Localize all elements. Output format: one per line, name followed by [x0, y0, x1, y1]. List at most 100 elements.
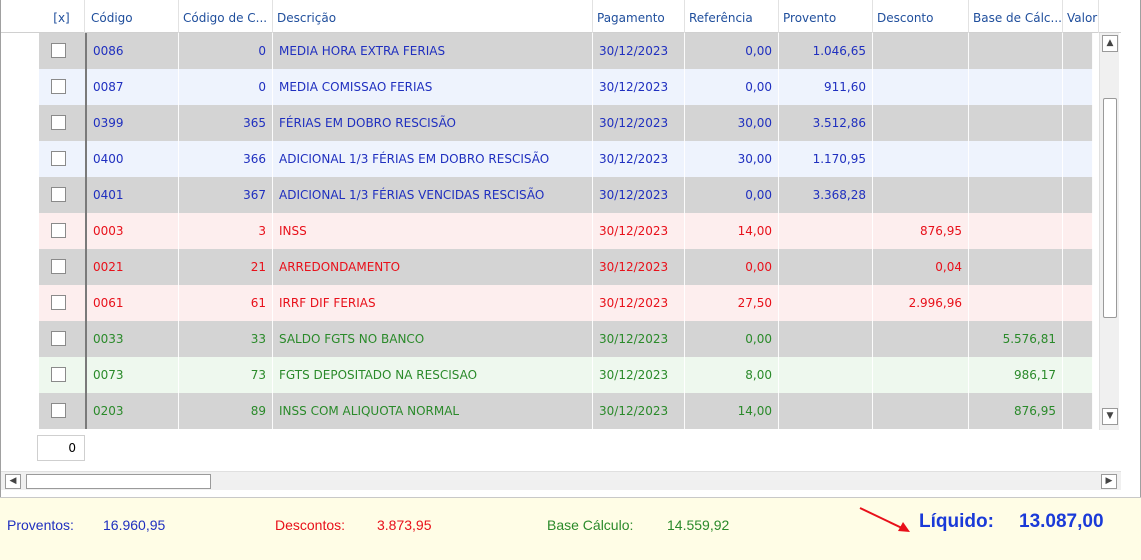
- cell-valorfor[interactable]: [1063, 285, 1093, 321]
- cell-codigo[interactable]: 0399: [87, 105, 179, 141]
- col-header-referencia[interactable]: Referência: [685, 0, 779, 33]
- row-indicator[interactable]: [1, 177, 39, 213]
- cell-codc[interactable]: 73: [179, 357, 273, 393]
- cell-desconto[interactable]: 2.996,96: [873, 285, 969, 321]
- cell-pagamento[interactable]: 30/12/2023: [593, 213, 685, 249]
- cell-codigo[interactable]: 0021: [87, 249, 179, 285]
- col-header-codigo[interactable]: Código: [87, 0, 179, 33]
- cell-codigo[interactable]: 0401: [87, 177, 179, 213]
- cell-descricao[interactable]: INSS: [273, 213, 593, 249]
- scroll-down-icon[interactable]: ▼: [1102, 408, 1118, 425]
- row-indicator[interactable]: [1, 393, 39, 429]
- cell-base[interactable]: [969, 69, 1063, 105]
- cell-referencia[interactable]: 30,00: [685, 105, 779, 141]
- cell-pagamento[interactable]: 30/12/2023: [593, 249, 685, 285]
- cell-valorfor[interactable]: [1063, 249, 1093, 285]
- cell-descricao[interactable]: FÉRIAS EM DOBRO RESCISÃO: [273, 105, 593, 141]
- table-row[interactable]: 0073 73 FGTS DEPOSITADO NA RESCISAO 30/12/2…: [1, 357, 1093, 393]
- table-row[interactable]: 0401 367 ADICIONAL 1/3 FÉRIAS VENCIDAS RES…: [1, 177, 1093, 213]
- row-checkbox[interactable]: [51, 115, 66, 130]
- cell-valorfor[interactable]: [1063, 177, 1093, 213]
- col-header-provento[interactable]: Provento: [779, 0, 873, 33]
- cell-desconto[interactable]: [873, 393, 969, 429]
- table-row[interactable]: 0203 89 INSS COM ALIQUOTA NORMAL 30/12/2023…: [1, 393, 1093, 429]
- cell-provento[interactable]: 911,60: [779, 69, 873, 105]
- cell-codigo[interactable]: 0003: [87, 213, 179, 249]
- cell-codc[interactable]: 365: [179, 105, 273, 141]
- cell-codigo[interactable]: 0203: [87, 393, 179, 429]
- row-checkbox[interactable]: [51, 223, 66, 238]
- cell-base[interactable]: [969, 177, 1063, 213]
- cell-provento[interactable]: 3.368,28: [779, 177, 873, 213]
- cell-provento[interactable]: [779, 285, 873, 321]
- cell-base[interactable]: 986,17: [969, 357, 1063, 393]
- cell-descricao[interactable]: FGTS DEPOSITADO NA RESCISAO: [273, 357, 593, 393]
- row-checkbox[interactable]: [51, 331, 66, 346]
- col-header-pagamento[interactable]: Pagamento: [593, 0, 685, 33]
- cell-referencia[interactable]: 8,00: [685, 357, 779, 393]
- vertical-scroll-thumb[interactable]: [1103, 98, 1117, 318]
- scroll-left-icon[interactable]: ◀: [5, 474, 21, 489]
- vertical-scrollbar[interactable]: ▲ ▼: [1099, 33, 1119, 430]
- cell-base[interactable]: [969, 285, 1063, 321]
- cell-pagamento[interactable]: 30/12/2023: [593, 285, 685, 321]
- cell-referencia[interactable]: 27,50: [685, 285, 779, 321]
- cell-valorfor[interactable]: [1063, 33, 1093, 69]
- cell-codc[interactable]: 366: [179, 141, 273, 177]
- col-header-base-calculo[interactable]: Base de Cálc...: [969, 0, 1063, 33]
- cell-provento[interactable]: 1.170,95: [779, 141, 873, 177]
- scroll-up-icon[interactable]: ▲: [1102, 35, 1118, 52]
- cell-base[interactable]: [969, 33, 1063, 69]
- cell-provento[interactable]: [779, 249, 873, 285]
- cell-valorfor[interactable]: [1063, 105, 1093, 141]
- row-checkbox[interactable]: [51, 187, 66, 202]
- cell-codigo[interactable]: 0033: [87, 321, 179, 357]
- cell-codc[interactable]: 89: [179, 393, 273, 429]
- cell-pagamento[interactable]: 30/12/2023: [593, 69, 685, 105]
- row-checkbox[interactable]: [51, 151, 66, 166]
- table-row[interactable]: 0087 0 MEDIA COMISSAO FERIAS 30/12/2023 0,00…: [1, 69, 1093, 105]
- cell-codc[interactable]: 0: [179, 33, 273, 69]
- cell-pagamento[interactable]: 30/12/2023: [593, 357, 685, 393]
- cell-codc[interactable]: 0: [179, 69, 273, 105]
- cell-descricao[interactable]: MEDIA HORA EXTRA FERIAS: [273, 33, 593, 69]
- cell-pagamento[interactable]: 30/12/2023: [593, 141, 685, 177]
- cell-provento[interactable]: [779, 213, 873, 249]
- cell-desconto[interactable]: [873, 105, 969, 141]
- row-indicator[interactable]: [1, 357, 39, 393]
- col-header-codigo-c[interactable]: Código de C...: [179, 0, 273, 33]
- cell-pagamento[interactable]: 30/12/2023: [593, 177, 685, 213]
- horizontal-scrollbar[interactable]: ◀ ▶: [1, 471, 1121, 490]
- cell-base[interactable]: [969, 141, 1063, 177]
- cell-provento[interactable]: [779, 321, 873, 357]
- row-indicator[interactable]: [1, 213, 39, 249]
- cell-codc[interactable]: 367: [179, 177, 273, 213]
- cell-codc[interactable]: 3: [179, 213, 273, 249]
- cell-base[interactable]: [969, 249, 1063, 285]
- table-row[interactable]: 0061 61 IRRF DIF FERIAS 30/12/2023 27,50 2.99…: [1, 285, 1093, 321]
- row-checkbox[interactable]: [51, 43, 66, 58]
- row-checkbox[interactable]: [51, 259, 66, 274]
- cell-desconto[interactable]: [873, 33, 969, 69]
- row-indicator[interactable]: [1, 33, 39, 69]
- cell-referencia[interactable]: 0,00: [685, 33, 779, 69]
- cell-codc[interactable]: 61: [179, 285, 273, 321]
- cell-pagamento[interactable]: 30/12/2023: [593, 393, 685, 429]
- cell-pagamento[interactable]: 30/12/2023: [593, 105, 685, 141]
- cell-pagamento[interactable]: 30/12/2023: [593, 321, 685, 357]
- col-header-descricao[interactable]: Descrição: [273, 0, 593, 33]
- horizontal-scroll-thumb[interactable]: [26, 474, 211, 489]
- cell-desconto[interactable]: [873, 141, 969, 177]
- cell-base[interactable]: 5.576,81: [969, 321, 1063, 357]
- cell-descricao[interactable]: ADICIONAL 1/3 FÉRIAS EM DOBRO RESCISÃO: [273, 141, 593, 177]
- cell-referencia[interactable]: 14,00: [685, 213, 779, 249]
- cell-codc[interactable]: 33: [179, 321, 273, 357]
- cell-desconto[interactable]: [873, 357, 969, 393]
- row-indicator[interactable]: [1, 141, 39, 177]
- cell-desconto[interactable]: [873, 69, 969, 105]
- cell-provento[interactable]: [779, 357, 873, 393]
- row-checkbox[interactable]: [51, 403, 66, 418]
- cell-referencia[interactable]: 0,00: [685, 69, 779, 105]
- cell-descricao[interactable]: SALDO FGTS NO BANCO: [273, 321, 593, 357]
- cell-descricao[interactable]: MEDIA COMISSAO FERIAS: [273, 69, 593, 105]
